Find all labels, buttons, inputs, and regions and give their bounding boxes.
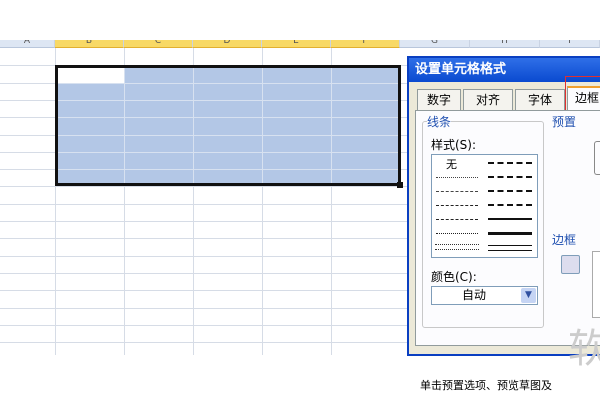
preset-button[interactable]: [594, 141, 600, 175]
gridline: [193, 68, 194, 183]
tab-alignment[interactable]: 对齐: [463, 89, 513, 110]
line-style-option[interactable]: [436, 191, 478, 192]
watermark: 软: [568, 326, 600, 372]
border-panel: 线条 样式(S): 无 颜色(C): 自动 ▼ 预置 边框 软 单击预置选项、预…: [415, 110, 600, 392]
column-header-h[interactable]: H: [470, 40, 540, 48]
line-style-option[interactable]: [488, 176, 532, 178]
line-style-option[interactable]: [488, 232, 532, 235]
color-dropdown[interactable]: 自动 ▼: [431, 286, 538, 305]
line-style-option[interactable]: [436, 177, 478, 178]
column-header-g[interactable]: G: [400, 40, 470, 48]
gridline: [262, 68, 263, 183]
border-top-button[interactable]: [561, 255, 580, 274]
line-style-option[interactable]: [436, 219, 478, 220]
line-style-option[interactable]: [436, 233, 478, 234]
column-header-b[interactable]: B: [55, 40, 124, 48]
column-header-i[interactable]: I: [540, 40, 600, 48]
line-style-list[interactable]: 无: [431, 154, 538, 258]
tab-font[interactable]: 字体: [515, 89, 565, 110]
fill-handle[interactable]: [397, 182, 403, 188]
column-header-a[interactable]: A: [0, 40, 55, 48]
gridline: [58, 135, 398, 136]
column-header-c[interactable]: C: [124, 40, 193, 48]
line-style-option[interactable]: [488, 190, 532, 192]
line-style-option-selected[interactable]: [435, 244, 479, 250]
gridline: [58, 100, 398, 101]
chevron-down-icon[interactable]: ▼: [521, 288, 536, 303]
line-group-label: 线条: [427, 113, 452, 130]
column-header-e[interactable]: E: [262, 40, 331, 48]
active-cell[interactable]: [58, 68, 124, 83]
preset-label: 预置: [552, 113, 577, 130]
gridline: [58, 83, 398, 84]
column-header-d[interactable]: D: [193, 40, 262, 48]
gridline: [58, 169, 398, 170]
format-cells-dialog: 设置单元格格式 数字 对齐 字体 边框 线条 样式(S): 无 颜色(C): 自…: [407, 56, 600, 392]
border-label: 边框: [552, 231, 577, 248]
line-style-option[interactable]: [436, 205, 478, 206]
gridline: [58, 117, 398, 118]
column-header-f[interactable]: F: [331, 40, 400, 48]
gridline: [331, 68, 332, 183]
selected-range[interactable]: [55, 65, 401, 186]
line-style-option[interactable]: [488, 218, 532, 220]
line-style-option[interactable]: [488, 245, 532, 251]
style-label: 样式(S):: [431, 136, 477, 153]
line-style-option[interactable]: [488, 204, 532, 206]
color-value: 自动: [462, 288, 487, 302]
line-group: 线条 样式(S): 无 颜色(C): 自动 ▼: [422, 113, 544, 328]
color-label: 颜色(C):: [431, 268, 477, 285]
gridline: [58, 152, 398, 153]
hint-text: 单击预置选项、预览草图及: [420, 379, 552, 392]
gridline: [124, 68, 125, 183]
line-style-none[interactable]: 无: [446, 156, 457, 172]
tab-number[interactable]: 数字: [417, 89, 461, 110]
border-preview[interactable]: [592, 251, 600, 318]
line-style-option[interactable]: [488, 162, 532, 164]
